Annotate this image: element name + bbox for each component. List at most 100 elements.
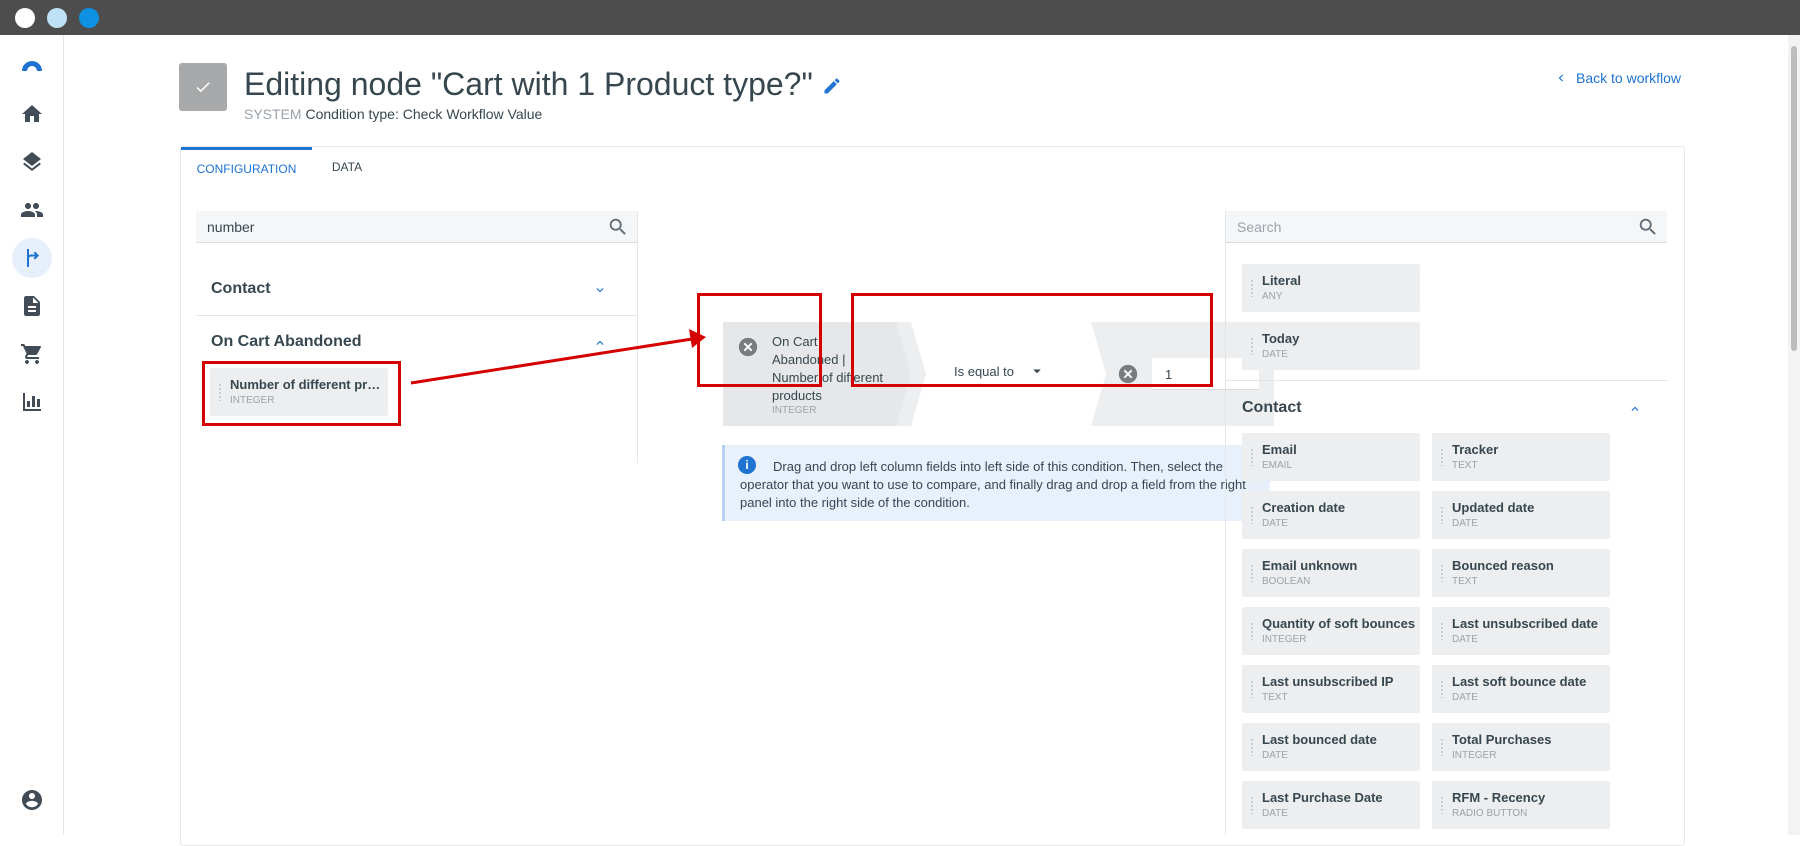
group-contact-left[interactable]: Contact: [211, 280, 271, 298]
chevron-up-icon[interactable]: [593, 336, 607, 350]
field-name: Literal: [1262, 273, 1302, 288]
drag-handle-icon[interactable]: [1440, 564, 1444, 582]
field-tracker[interactable]: Tracker TEXT: [1432, 433, 1610, 481]
field-name: Today: [1262, 331, 1300, 346]
field-name: Last unsubscribed date: [1452, 616, 1598, 631]
chevron-down-icon[interactable]: [593, 283, 607, 297]
field-bounced-reason[interactable]: Bounced reason TEXT: [1432, 549, 1610, 597]
field-quantity-of-soft-bounces[interactable]: Quantity of soft bounces INTEGER: [1242, 607, 1420, 655]
window-minimize-button[interactable]: [47, 8, 67, 28]
page-subtitle: SYSTEM Condition type: Check Workflow Va…: [244, 106, 542, 122]
sidebar-item-reports[interactable]: [12, 382, 52, 422]
info-box: i Drag and drop left column fields into …: [722, 445, 1270, 521]
search-icon[interactable]: [1637, 216, 1659, 238]
drag-handle-icon[interactable]: [1440, 622, 1444, 640]
field-last-soft-bounce-date[interactable]: Last soft bounce date DATE: [1432, 665, 1610, 713]
field-type: INTEGER: [1452, 750, 1497, 761]
group-on-cart-abandoned[interactable]: On Cart Abandoned: [211, 333, 362, 351]
left-search-value: number: [207, 218, 255, 235]
sidebar-item-layers[interactable]: [12, 142, 52, 182]
back-to-workflow-label: Back to workflow: [1576, 70, 1682, 86]
drag-handle-icon[interactable]: [1250, 506, 1254, 524]
field-rfm-recency[interactable]: RFM - Recency RADIO BUTTON: [1432, 781, 1610, 829]
field-name: Updated date: [1452, 500, 1535, 515]
field-last-bounced-date[interactable]: Last bounced date DATE: [1242, 723, 1420, 771]
left-search-input[interactable]: number: [196, 211, 637, 243]
system-label: SYSTEM: [244, 106, 302, 122]
field-name: Last bounced date: [1262, 732, 1377, 747]
tab-configuration[interactable]: CONFIGURATION: [181, 147, 312, 187]
window-close-button[interactable]: [15, 8, 35, 28]
drag-handle-icon[interactable]: [1440, 680, 1444, 698]
field-name: Bounced reason: [1452, 558, 1554, 573]
field-last-unsubscribed-ip[interactable]: Last unsubscribed IP TEXT: [1242, 665, 1420, 713]
back-to-workflow-link[interactable]: Back to workflow: [1554, 70, 1681, 86]
field-type: DATE: [1452, 518, 1478, 529]
field-name: Email unknown: [1262, 558, 1358, 573]
drag-handle-icon[interactable]: [1440, 448, 1444, 466]
group-divider: [196, 315, 637, 316]
field-last-unsubscribed-date[interactable]: Last unsubscribed date DATE: [1432, 607, 1610, 655]
drag-handle-icon[interactable]: [1250, 337, 1254, 355]
main-content: Editing node "Cart with 1 Product type?"…: [64, 35, 1800, 846]
page-scrollbar[interactable]: [1788, 35, 1800, 835]
field-type: DATE: [1262, 750, 1288, 761]
right-panel-divider: [1225, 211, 1226, 835]
cart-icon: [21, 344, 41, 364]
workflow-icon: [27, 249, 39, 267]
sidebar-logo[interactable]: [12, 45, 52, 85]
field-email-unknown[interactable]: Email unknown BOOLEAN: [1242, 549, 1420, 597]
drag-handle-icon[interactable]: [1250, 622, 1254, 640]
drag-handle-icon[interactable]: [1250, 738, 1254, 756]
field-type: INTEGER: [1262, 634, 1307, 645]
field-type: DATE: [1262, 808, 1288, 819]
drag-handle-icon[interactable]: [1440, 796, 1444, 814]
edit-icon[interactable]: [822, 76, 842, 96]
group-contact-right[interactable]: Contact: [1242, 399, 1302, 417]
field-last-purchase-date[interactable]: Last Purchase Date DATE: [1242, 781, 1420, 829]
sidebar-item-cart[interactable]: [12, 334, 52, 374]
search-icon[interactable]: [607, 216, 629, 238]
highlight-source-field: [202, 361, 401, 426]
field-creation-date[interactable]: Creation date DATE: [1242, 491, 1420, 539]
drag-handle-icon[interactable]: [1250, 796, 1254, 814]
left-panel-divider: [637, 211, 638, 463]
drag-handle-icon[interactable]: [1250, 564, 1254, 582]
chevron-up-icon[interactable]: [1628, 402, 1642, 416]
condition-left-type: INTEGER: [772, 405, 817, 416]
field-type: DATE: [1262, 349, 1288, 360]
sidebar-item-documents[interactable]: [12, 286, 52, 326]
right-group-divider: [1226, 380, 1667, 381]
field-name: Last soft bounce date: [1452, 674, 1587, 689]
window-titlebar: [0, 0, 1800, 35]
drag-handle-icon[interactable]: [1440, 506, 1444, 524]
tab-data[interactable]: DATA: [312, 147, 382, 187]
sidebar-item-contacts[interactable]: [12, 190, 52, 230]
sidebar-item-workflows[interactable]: [12, 238, 52, 278]
account-icon: [22, 790, 42, 810]
field-updated-date[interactable]: Updated date DATE: [1432, 491, 1610, 539]
drag-handle-icon[interactable]: [1250, 680, 1254, 698]
sidebar-item-home[interactable]: [12, 94, 52, 134]
window-maximize-button[interactable]: [79, 8, 99, 28]
reports-icon: [23, 393, 41, 411]
condition-type-label: Condition type: Check Workflow Value: [305, 106, 543, 122]
layers-icon: [23, 152, 41, 171]
field-name: Last unsubscribed IP: [1262, 674, 1394, 689]
field-total-purchases[interactable]: Total Purchases INTEGER: [1432, 723, 1610, 771]
field-type: DATE: [1452, 634, 1478, 645]
field-name: Creation date: [1262, 500, 1346, 515]
field-name: RFM - Recency: [1452, 790, 1546, 805]
node-status-badge: [179, 63, 227, 111]
drag-handle-icon[interactable]: [1250, 279, 1254, 297]
scrollbar-thumb[interactable]: [1791, 46, 1797, 351]
sidebar-item-account[interactable]: [12, 780, 52, 820]
right-search-input[interactable]: Search: [1226, 211, 1667, 243]
drag-handle-icon[interactable]: [1440, 738, 1444, 756]
sidebar: [0, 35, 64, 835]
field-today[interactable]: Today DATE: [1242, 322, 1420, 370]
field-name: Last Purchase Date: [1262, 790, 1383, 805]
drag-handle-icon[interactable]: [1250, 448, 1254, 466]
field-email[interactable]: Email EMAIL: [1242, 433, 1420, 481]
field-literal[interactable]: Literal ANY: [1242, 264, 1420, 312]
